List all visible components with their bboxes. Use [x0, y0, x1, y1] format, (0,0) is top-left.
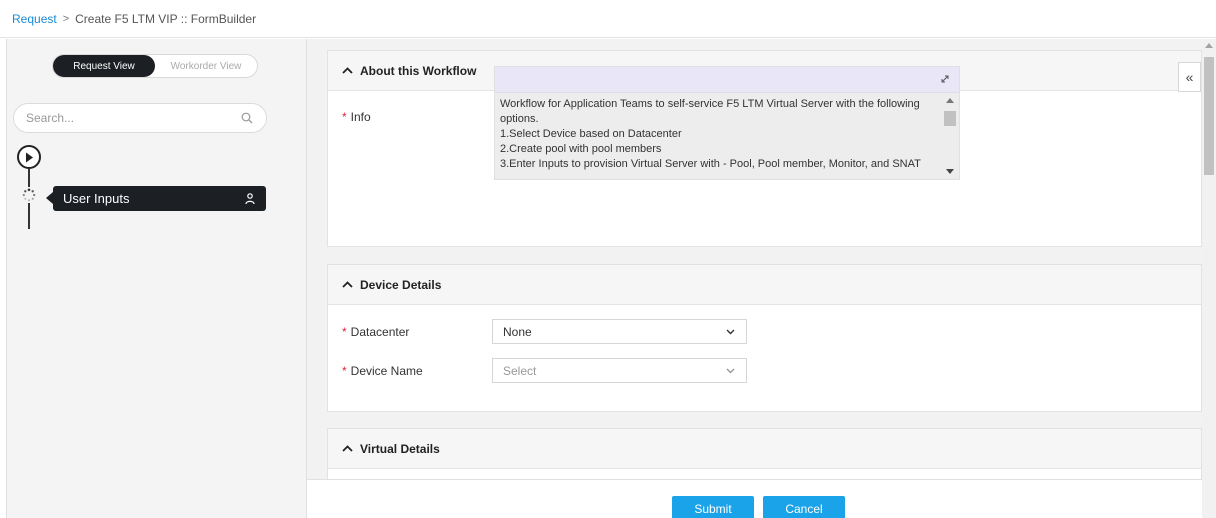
view-toggle: Request View Workorder View [52, 54, 258, 78]
datacenter-row: * Datacenter None [342, 319, 747, 344]
info-line: 2.Create pool with pool members [500, 143, 662, 155]
field-label-text: Datacenter [350, 324, 410, 339]
section-device-details: Device Details * Datacenter None * Device … [327, 264, 1202, 412]
breadcrumb-link-request[interactable]: Request [12, 12, 57, 26]
page-scrollbar[interactable] [1202, 39, 1216, 518]
chevron-down-icon [726, 367, 736, 375]
info-line: options. [500, 113, 539, 125]
info-line: 3.Enter Inputs to provision Virtual Serv… [500, 158, 921, 170]
search-input[interactable] [26, 111, 240, 125]
scroll-thumb[interactable] [1204, 57, 1214, 175]
field-label-text: Device Name [350, 363, 423, 378]
select-value: None [503, 324, 532, 339]
info-textarea[interactable]: Workflow for Application Teams to self-s… [494, 66, 960, 180]
section-title: Virtual Details [360, 441, 440, 456]
in-progress-spinner-icon [21, 187, 37, 203]
section-about-workflow: About this Workflow * Info Workflow for A… [327, 50, 1202, 247]
section-header[interactable]: Virtual Details [328, 429, 1201, 469]
workflow-connector [28, 203, 30, 229]
info-scrollbar[interactable] [943, 95, 957, 177]
chevron-up-icon [342, 444, 354, 454]
sidebar: Request View Workorder View User Inputs [6, 39, 307, 518]
breadcrumb-current: Create F5 LTM VIP :: FormBuilder [75, 11, 257, 26]
cancel-button[interactable]: Cancel [763, 496, 845, 518]
workflow-connector [28, 169, 30, 187]
datacenter-label: * Datacenter [342, 325, 492, 339]
required-asterisk: * [342, 363, 347, 378]
breadcrumb: Request > Create F5 LTM VIP :: FormBuild… [0, 0, 1216, 38]
scroll-up-icon[interactable] [1205, 43, 1213, 48]
device-name-label: * Device Name [342, 364, 492, 378]
device-name-select[interactable]: Select [492, 358, 747, 383]
info-text: Workflow for Application Teams to self-s… [500, 97, 938, 172]
step-user-inputs[interactable]: User Inputs [46, 186, 266, 211]
scroll-down-icon[interactable] [946, 169, 954, 174]
section-title: About this Workflow [360, 63, 477, 78]
request-view-toggle[interactable]: Request View [53, 55, 155, 77]
scroll-thumb[interactable] [944, 111, 956, 126]
info-toolbar [495, 67, 959, 93]
required-asterisk: * [342, 110, 347, 124]
info-label: * Info [342, 110, 492, 124]
search-icon[interactable] [240, 111, 254, 125]
workorder-view-toggle[interactable]: Workorder View [155, 55, 257, 77]
search-box [13, 103, 267, 133]
scroll-up-icon[interactable] [946, 98, 954, 103]
expand-icon[interactable] [939, 73, 951, 85]
step-label: User Inputs [63, 191, 130, 206]
start-node-play-icon [17, 145, 41, 169]
device-name-row: * Device Name Select [342, 358, 747, 383]
datacenter-select[interactable]: None [492, 319, 747, 344]
info-line: 1.Select Device based on Datacenter [500, 128, 682, 140]
select-placeholder: Select [503, 363, 537, 378]
section-header[interactable]: Device Details [328, 265, 1201, 305]
person-icon [244, 192, 256, 206]
submit-button[interactable]: Submit [672, 496, 754, 518]
form-footer: Submit Cancel [307, 479, 1202, 518]
section-title: Device Details [360, 277, 442, 292]
form-area: About this Workflow * Info Workflow for A… [307, 39, 1216, 518]
field-label-text: Info [350, 110, 371, 124]
required-asterisk: * [342, 324, 347, 339]
collapse-panel-button[interactable]: « [1178, 62, 1201, 92]
info-field-row: * Info [342, 110, 492, 124]
chevron-up-icon [342, 66, 354, 76]
breadcrumb-separator-icon: > [62, 12, 70, 25]
chevron-down-icon [726, 328, 736, 336]
chevron-up-icon [342, 280, 354, 290]
info-line: Workflow for Application Teams to self-s… [500, 98, 920, 110]
